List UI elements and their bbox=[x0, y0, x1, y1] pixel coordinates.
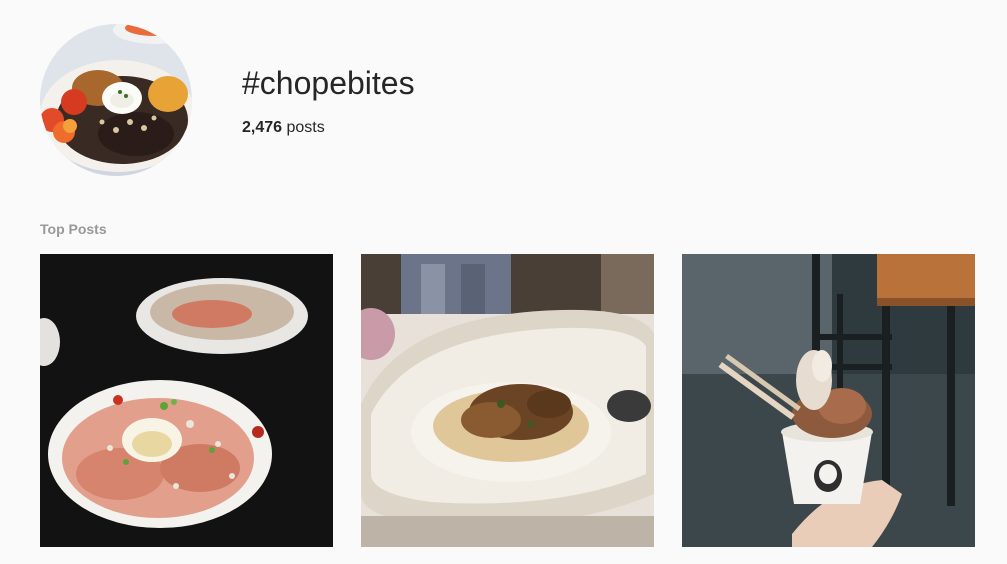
top-post-3[interactable] bbox=[682, 254, 975, 547]
hashtag-page: #chopebites 2,476 posts Top Posts bbox=[0, 0, 1007, 564]
post-count-number: 2,476 bbox=[242, 119, 283, 136]
post-count-suffix: posts bbox=[282, 119, 325, 136]
top-post-2[interactable] bbox=[361, 254, 654, 547]
hashtag-avatar bbox=[40, 24, 192, 176]
hashtag-title: #chopebites bbox=[242, 65, 415, 101]
post-count: 2,476 posts bbox=[242, 119, 325, 137]
top-posts-label: Top Posts bbox=[40, 221, 107, 237]
top-post-1[interactable] bbox=[40, 254, 333, 547]
